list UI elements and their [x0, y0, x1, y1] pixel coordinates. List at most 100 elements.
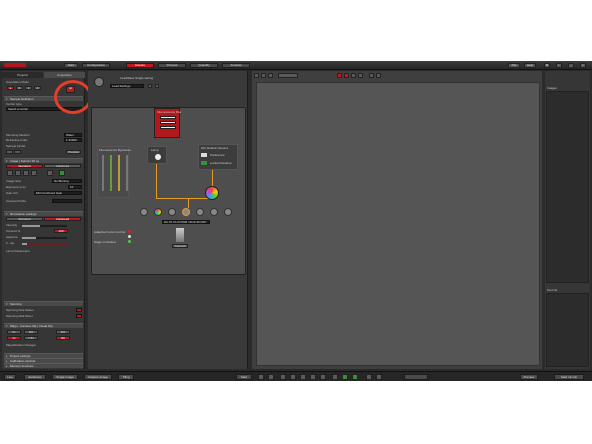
tab-process[interactable]: Process	[158, 63, 186, 68]
capture-image-button[interactable]: Capture Image	[84, 374, 112, 380]
mag-button-4[interactable]: 1x	[7, 336, 21, 340]
filter-select-2[interactable]	[160, 121, 176, 124]
step-forward-icon[interactable]	[268, 374, 274, 380]
illum-standard-button[interactable]: Standard	[6, 217, 43, 221]
illum-advanced-button[interactable]: Advanced	[44, 217, 81, 221]
objective-slot-5[interactable]	[196, 208, 204, 216]
single-image-button[interactable]: Single Image	[52, 374, 78, 380]
measure-icon[interactable]	[320, 374, 326, 380]
image-canvas[interactable]	[256, 82, 540, 366]
viewer-tool-2-icon[interactable]	[261, 73, 266, 78]
mode-button-2[interactable]: b	[16, 86, 23, 90]
objective-select[interactable]: HC PL FLUOTAR 10x/0.30 DRY	[162, 220, 210, 224]
image-standard-button[interactable]: Standard	[6, 164, 43, 168]
unlink-icon[interactable]	[376, 374, 382, 380]
finder-button-2[interactable]	[14, 150, 21, 154]
objective-slot-1[interactable]	[140, 208, 148, 216]
crop-icon[interactable]	[310, 374, 316, 380]
aperture-slider[interactable]	[22, 237, 67, 239]
image-section-header[interactable]: ▾ Image | Spinnin 20 oo	[4, 158, 83, 163]
fit-icon[interactable]	[369, 73, 374, 78]
minimize-icon[interactable]: _	[568, 63, 574, 68]
mode-button-4[interactable]: d	[34, 86, 41, 90]
split-icon[interactable]	[376, 73, 381, 78]
zoom-in-icon[interactable]	[280, 374, 286, 380]
finder-button-1[interactable]	[6, 150, 13, 154]
transmit-button[interactable]: Transmit	[172, 244, 188, 248]
intensity-slider[interactable]	[22, 225, 67, 227]
preview-bottom-button[interactable]: Preview	[520, 374, 538, 380]
tab-projects[interactable]: Projects	[2, 72, 43, 78]
memory-functions-header[interactable]: ▸ Memory functions	[4, 363, 83, 368]
camera-box[interactable]: HIC Default Camera Preference Locked Des…	[198, 144, 238, 170]
brightfield-icon[interactable]	[15, 170, 21, 176]
overlay-icon[interactable]	[358, 73, 363, 78]
fstop-slider[interactable]	[22, 243, 67, 245]
camera-toggle[interactable]: 100	[54, 229, 68, 233]
green-status-icon[interactable]	[342, 374, 348, 380]
spinning-header[interactable]: ▾ Spinning	[4, 301, 83, 306]
image-advanced-button[interactable]: Advanced	[44, 164, 81, 168]
close-icon[interactable]: ×	[580, 63, 586, 68]
preference-label[interactable]: Preference	[210, 153, 225, 157]
exposure-field[interactable]: 10	[68, 185, 82, 189]
mag-button-6[interactable]: OK	[56, 336, 70, 340]
preview-button[interactable]: Preview	[66, 150, 81, 154]
tab-quantify[interactable]: Quantify	[190, 63, 218, 68]
magnification-header[interactable]: ▾ Magn - Camera Obj | Visual Obj	[4, 323, 83, 328]
refractive-index-field[interactable]: 1.33000	[64, 138, 82, 142]
tab-analysis[interactable]: Analysis	[222, 63, 250, 68]
filter-cube-wheel[interactable]	[205, 186, 219, 200]
export-icon[interactable]	[332, 374, 338, 380]
objective-slot-7[interactable]	[224, 208, 232, 216]
disk-motor-toggle[interactable]	[76, 314, 82, 318]
image-size-select[interactable]: No Binning	[52, 179, 82, 183]
disk-status-toggle[interactable]	[76, 308, 82, 312]
record-icon[interactable]	[337, 73, 342, 78]
tab-acquisition[interactable]: Acquisition	[44, 72, 85, 78]
mag-button-3[interactable]: 20x	[56, 330, 70, 334]
delete-icon[interactable]	[155, 84, 159, 88]
center-start-button[interactable]: Start	[236, 374, 252, 380]
fw-slot-4[interactable]	[126, 155, 128, 191]
mode-button-3[interactable]: c	[25, 86, 32, 90]
filter-select-3[interactable]	[160, 126, 176, 129]
grid-icon[interactable]	[351, 73, 356, 78]
tab-acquire[interactable]: Acquire	[126, 63, 154, 68]
gain-select[interactable]: EM Combined Gain	[34, 191, 82, 195]
live-button[interactable]: Live	[4, 374, 16, 380]
camera-profile-select[interactable]	[52, 199, 82, 203]
start-acquisition-button[interactable]: Start 12 min	[554, 374, 584, 380]
fw-slot-1[interactable]	[102, 155, 104, 191]
green-status-icon-2[interactable]	[352, 374, 358, 380]
objective-slot-2[interactable]	[154, 208, 162, 216]
camera-icon[interactable]	[7, 170, 13, 176]
mounting-medium-select[interactable]: Water	[64, 133, 82, 137]
settings-select[interactable]: Load Settings	[110, 84, 144, 88]
channel-icon[interactable]	[344, 73, 349, 78]
step-back-icon[interactable]	[258, 374, 264, 380]
fw-slot-3[interactable]	[118, 155, 120, 191]
fluorescence-icon[interactable]	[23, 170, 29, 176]
illumination-header[interactable]: ▾ Illumination settings	[4, 211, 83, 216]
tiling-button[interactable]: Tiling	[118, 374, 134, 380]
objective-slot-active[interactable]	[182, 208, 190, 216]
settings-icon[interactable]: ⚙	[544, 63, 550, 68]
mode-button-1[interactable]: a	[7, 86, 14, 90]
start-button[interactable]: Start	[64, 63, 78, 68]
link-icon[interactable]	[366, 374, 372, 380]
locked-desktop-label[interactable]: Locked Desktop	[210, 161, 232, 165]
fw-slot-2[interactable]	[110, 155, 112, 191]
mag-button-2[interactable]: 10x	[24, 330, 38, 334]
images-list[interactable]	[546, 91, 589, 283]
filter-select-1[interactable]	[160, 116, 176, 119]
info-icon[interactable]: i	[556, 63, 562, 68]
mag-button-5[interactable]: 1.6x	[24, 336, 38, 340]
viewer-tool-3-icon[interactable]	[268, 73, 273, 78]
viewer-tool-1-icon[interactable]	[254, 73, 259, 78]
objective-slot-3[interactable]	[168, 208, 176, 216]
save-icon[interactable]	[148, 84, 152, 88]
autofocus-button[interactable]: Autofocus	[24, 374, 46, 380]
file-menu-button[interactable]: File	[508, 63, 520, 68]
zoom-out-icon[interactable]	[290, 374, 296, 380]
